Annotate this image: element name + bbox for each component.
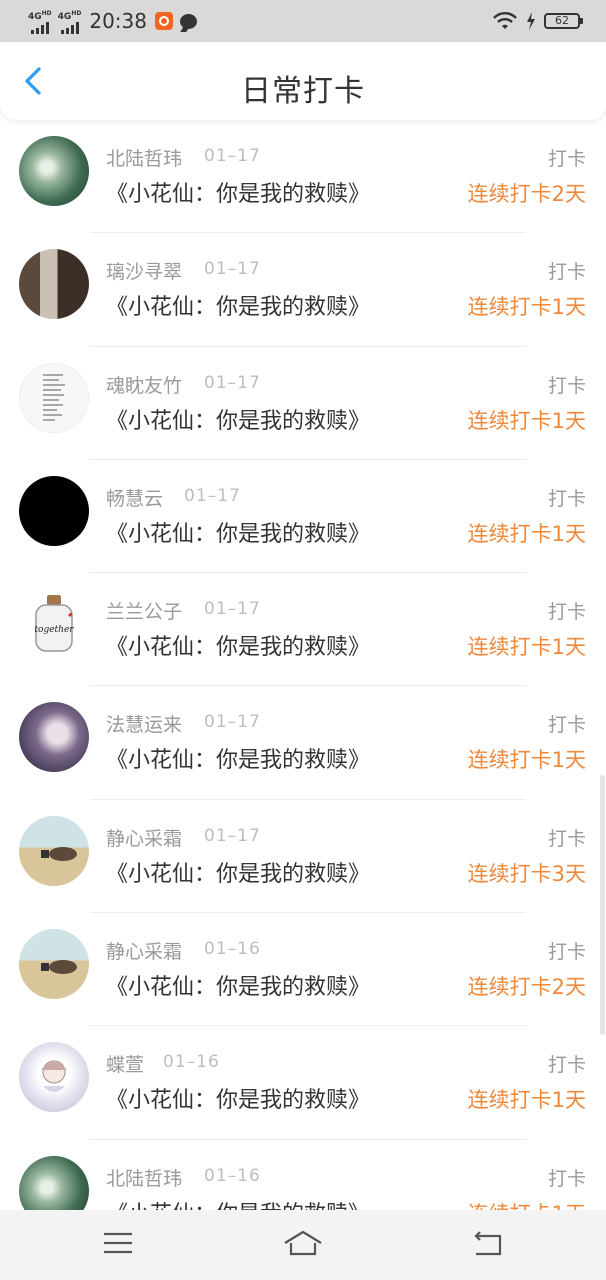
system-nav-bar [0, 1210, 606, 1280]
user-name[interactable]: 法慧运来 [106, 710, 182, 737]
checkin-label: 打卡 [547, 1054, 586, 1077]
title-bar: 日常打卡 [0, 42, 606, 120]
checkin-label: 打卡 [547, 601, 586, 624]
feed-item[interactable]: 法慧运来 01–17 《小花仙：你是我的救赎》 打卡 连续打卡1天 [0, 686, 606, 801]
checkin-label: 打卡 [547, 1167, 586, 1190]
book-title[interactable]: 《小花仙：你是我的救赎》 [106, 176, 370, 208]
book-title[interactable]: 《小花仙：你是我的救赎》 [106, 742, 370, 774]
checkin-label: 打卡 [547, 261, 586, 284]
user-name[interactable]: 北陆哲玮 [106, 1164, 182, 1191]
book-title[interactable]: 《小花仙：你是我的救赎》 [106, 629, 370, 661]
post-date: 01–17 [204, 712, 261, 733]
streak-count: 连续打卡1天 [467, 748, 586, 773]
cat-icon [41, 960, 77, 975]
signal-bars-icon [60, 21, 79, 34]
wifi-icon [493, 12, 517, 29]
app-notification-icon [154, 12, 173, 30]
svg-text:together: together [34, 625, 74, 635]
streak-count: 连续打卡3天 [467, 861, 586, 886]
streak-count: 连续打卡1天 [467, 521, 586, 546]
clock: 20:38 [89, 9, 147, 33]
checkin-label: 打卡 [547, 714, 586, 737]
avatar[interactable] [19, 702, 89, 773]
streak-count: 连续打卡2天 [467, 182, 586, 206]
cat-icon [41, 846, 77, 861]
user-name[interactable]: 璃沙寻翠 [106, 257, 182, 284]
book-title[interactable]: 《小花仙：你是我的救赎》 [106, 403, 370, 435]
user-name[interactable]: 兰兰公子 [106, 597, 182, 624]
cell-signal-1: 4GHD [28, 9, 52, 34]
home-icon[interactable] [282, 1228, 324, 1258]
user-name[interactable]: 蝶萱 [106, 1050, 144, 1077]
charging-icon [527, 12, 535, 30]
user-name[interactable]: 魂眈友竹 [106, 371, 182, 398]
feed-item[interactable]: 静心采霜 01–17 《小花仙：你是我的救赎》 打卡 连续打卡3天 [0, 800, 606, 914]
post-date: 01–17 [184, 485, 241, 506]
page-title: 日常打卡 [241, 74, 365, 109]
book-title[interactable]: 《小花仙：你是我的救赎》 [106, 969, 370, 1001]
user-name[interactable]: 北陆哲玮 [106, 144, 182, 171]
checkin-label: 打卡 [547, 827, 586, 850]
post-date: 01–17 [204, 599, 261, 620]
feed-item[interactable]: 北陆哲玮 01–16 《小花仙：你是我的救赎》 打卡 连续打卡1天 [0, 1140, 606, 1210]
status-bar: 4GHD 4GHD 20:38 62 [0, 0, 606, 42]
avatar[interactable] [19, 475, 89, 546]
user-name[interactable]: 静心采霜 [106, 937, 182, 964]
feed-item[interactable]: together 兰兰公子 01–17 《小花仙：你是我的救赎》 打卡 连续打卡… [0, 573, 606, 687]
avatar[interactable]: together [19, 589, 89, 660]
book-title[interactable]: 《小花仙：你是我的救赎》 [106, 1082, 370, 1114]
book-title[interactable]: 《小花仙：你是我的救赎》 [106, 1196, 370, 1210]
streak-count: 连续打卡1天 [468, 1198, 586, 1210]
feed-item[interactable]: 璃沙寻翠 01–17 《小花仙：你是我的救赎》 打卡 连续打卡1天 [0, 233, 606, 347]
feed-item[interactable]: 魂眈友竹 01–17 《小花仙：你是我的救赎》 打卡 连续打卡1天 [0, 347, 606, 461]
cell-signal-2: 4GHD [57, 9, 82, 34]
streak-count: 连续打卡1天 [467, 408, 586, 433]
bottle-icon: together [34, 595, 74, 652]
post-date: 01–17 [204, 825, 261, 846]
avatar[interactable] [19, 815, 89, 886]
streak-count: 连续打卡2天 [467, 975, 586, 1000]
status-right: 62 [492, 8, 583, 34]
status-left: 4GHD 4GHD 20:38 [28, 7, 197, 35]
feed-item[interactable]: 畅慧云 01–17 《小花仙：你是我的救赎》 打卡 连续打卡1天 [0, 460, 606, 574]
avatar[interactable] [19, 136, 89, 206]
post-date: 01–17 [204, 259, 261, 280]
chat-notification-icon [179, 13, 197, 29]
streak-count: 连续打卡1天 [467, 635, 586, 660]
text-note-icon [43, 373, 65, 421]
avatar[interactable] [19, 929, 89, 1000]
avatar[interactable] [19, 249, 89, 320]
feed-item[interactable]: 北陆哲玮 01–17 《小花仙：你是我的救赎》 打卡 连续打卡2天 [0, 120, 606, 234]
feed-item[interactable]: 蝶萱 01–16 《小花仙：你是我的救赎》 打卡 连续打卡1天 [0, 1026, 606, 1140]
checkin-feed[interactable]: 北陆哲玮 01–17 《小花仙：你是我的救赎》 打卡 连续打卡2天 璃沙寻翠 0… [0, 120, 606, 1210]
checkin-label: 打卡 [547, 148, 586, 170]
book-title[interactable]: 《小花仙：你是我的救赎》 [106, 856, 370, 888]
battery-icon: 62 [544, 13, 583, 29]
avatar[interactable] [19, 1042, 89, 1113]
book-title[interactable]: 《小花仙：你是我的救赎》 [106, 516, 370, 548]
post-date: 01–16 [163, 1052, 220, 1073]
network-label-1: 4GHD [28, 9, 52, 22]
scrollbar[interactable] [600, 775, 605, 1035]
streak-count: 连续打卡1天 [467, 295, 586, 320]
post-date: 01–17 [204, 146, 261, 166]
checkin-label: 打卡 [547, 374, 586, 397]
checkin-label: 打卡 [547, 487, 586, 510]
avatar[interactable] [19, 1155, 89, 1210]
book-title[interactable]: 《小花仙：你是我的救赎》 [106, 289, 370, 321]
feed-item[interactable]: 静心采霜 01–16 《小花仙：你是我的救赎》 打卡 连续打卡2天 [0, 913, 606, 1027]
post-date: 01–16 [204, 1165, 261, 1186]
menu-icon[interactable] [100, 1228, 136, 1258]
return-icon[interactable] [470, 1228, 506, 1258]
post-date: 01–16 [204, 939, 261, 960]
post-date: 01–17 [204, 372, 261, 393]
network-label-2: 4GHD [57, 9, 82, 22]
user-name[interactable]: 静心采霜 [106, 824, 182, 851]
checkin-label: 打卡 [547, 941, 586, 964]
user-name[interactable]: 畅慧云 [106, 484, 163, 511]
streak-count: 连续打卡1天 [467, 1088, 586, 1113]
anime-girl-icon [41, 1060, 67, 1093]
avatar[interactable] [19, 362, 89, 433]
signal-bars-icon [30, 21, 49, 34]
